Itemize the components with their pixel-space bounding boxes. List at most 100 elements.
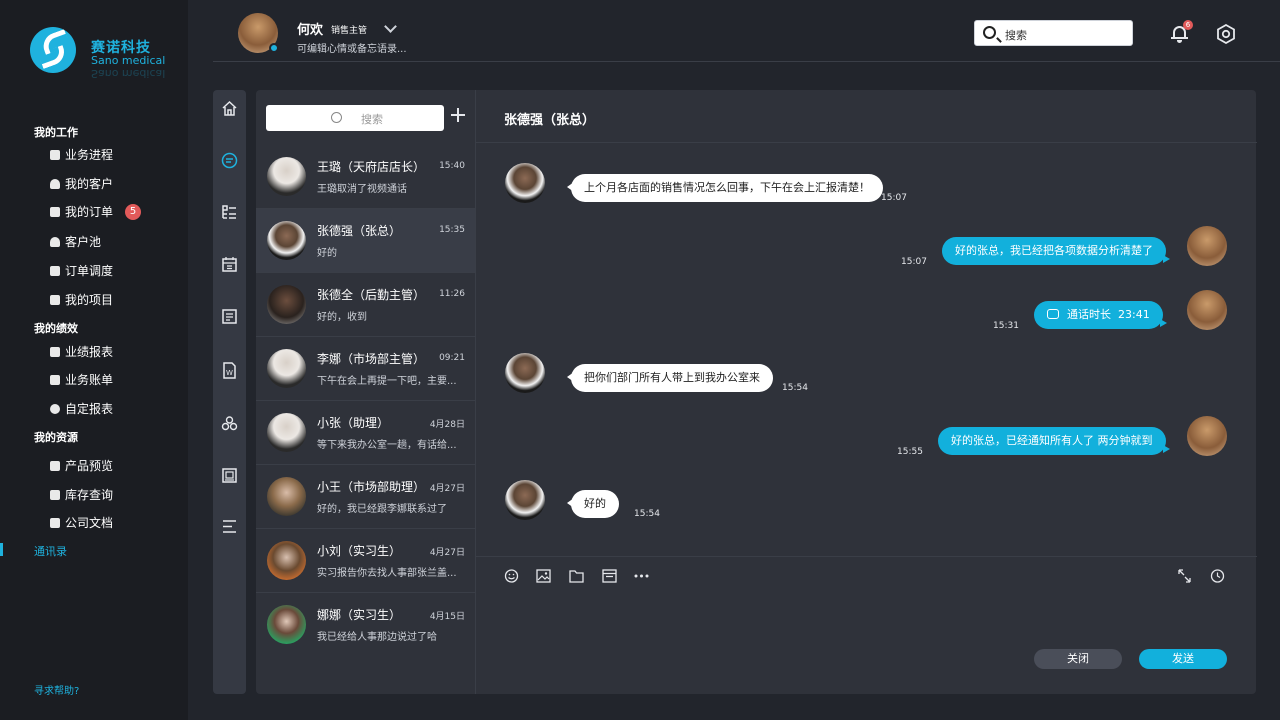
search-placeholder: 搜索 [1005, 29, 1027, 42]
home-icon[interactable] [221, 100, 238, 117]
contact-time: 15:40 [439, 161, 465, 171]
search-icon [983, 26, 996, 39]
sidebar-item-label: 产品预览 [65, 459, 114, 473]
person-icon [50, 178, 60, 189]
contact-name: 王璐（天府店店长） [317, 160, 426, 174]
contact-item[interactable]: 王璐（天府店店长） 15:40 王璐取消了视频通话 [256, 145, 475, 209]
avatar[interactable] [505, 163, 545, 203]
more-icon[interactable] [634, 569, 649, 583]
sidebar-item-label: 我的客户 [65, 177, 114, 191]
sidebar-item-customer-pool[interactable]: 客户池 [50, 233, 101, 250]
contact-time: 4月27日 [429, 484, 465, 494]
contact-time: 4月15日 [429, 612, 465, 622]
archive-icon[interactable] [221, 467, 238, 484]
avatar [267, 477, 306, 516]
search-icon [331, 112, 342, 123]
active-indicator [0, 543, 3, 556]
send-button[interactable]: 发送 [1139, 649, 1227, 669]
contact-item[interactable]: 小刘（实习生） 4月27日 实习报告你去找人事部张兰盖... [256, 529, 475, 593]
call-record-bubble[interactable]: 通话时长 23:41 [1034, 301, 1167, 329]
settings-icon[interactable] [1216, 24, 1236, 44]
call-label: 通话时长 [1067, 308, 1111, 321]
avatar[interactable] [505, 353, 545, 393]
contact-name: 小王（市场部助理） [317, 480, 426, 494]
contact-last-message: 王璐取消了视频通话 [317, 184, 407, 195]
document-icon [50, 206, 60, 217]
contact-time: 4月28日 [429, 420, 465, 430]
contact-last-message: 好的 [317, 248, 337, 259]
contact-name: 李娜（市场部主管） [317, 352, 426, 366]
history-icon[interactable] [1210, 569, 1225, 583]
chevron-down-icon[interactable] [384, 20, 397, 33]
sidebar-item-business-bill[interactable]: 业务账单 [50, 371, 113, 388]
message-bubble-incoming: 上个月各店面的销售情况怎么回事，下午在会上汇报清楚！ [567, 174, 883, 202]
contact-item-selected[interactable]: 张德强（张总） 15:35 好的 [256, 209, 475, 273]
sidebar-item-contacts[interactable]: 通讯录 [34, 543, 67, 559]
pie-icon [50, 403, 60, 414]
chat-panel: 张德强（张总） 上个月各店面的销售情况怎么回事，下午在会上汇报清楚！ 15:07… [475, 90, 1257, 694]
group-icon [50, 236, 60, 247]
sidebar-item-custom-report[interactable]: 自定报表 [50, 400, 113, 417]
sidebar-item-label: 业绩报表 [65, 345, 114, 359]
calendar-icon[interactable] [221, 256, 238, 273]
avatar [267, 413, 306, 452]
sidebar-item-my-orders[interactable]: 我的订单 5 [50, 203, 142, 220]
message-time: 15:07 [881, 193, 907, 203]
contact-item[interactable]: 娜娜（实习生） 4月15日 我已经给人事那边说过了哈 [256, 593, 475, 657]
header-divider [213, 61, 1280, 62]
contact-item[interactable]: 小王（市场部助理） 4月27日 好的，我已经跟李娜联系过了 [256, 465, 475, 529]
avatar[interactable] [505, 480, 545, 520]
sidebar-item-label: 客户池 [65, 235, 102, 249]
preview-icon [50, 460, 60, 471]
menu-icon[interactable] [221, 518, 238, 535]
sidebar-item-inventory[interactable]: 库存查询 [50, 486, 113, 503]
screenshot-icon[interactable] [602, 569, 617, 583]
stack-icon [50, 294, 60, 305]
message-bubble-outgoing: 好的张总，已经通知所有人了 两分钟就到 [938, 427, 1169, 455]
user-status-text[interactable]: 可编辑心情或备忘语录... [297, 40, 407, 55]
contact-time: 09:21 [439, 353, 465, 363]
user-role: 销售主管 [331, 26, 368, 36]
sidebar-item-order-dispatch[interactable]: 订单调度 [50, 262, 113, 279]
sidebar-item-my-projects[interactable]: 我的项目 [50, 291, 113, 308]
inventory-icon [50, 489, 60, 500]
message-time: 15:07 [901, 257, 927, 267]
sidebar-item-label: 订单调度 [65, 264, 114, 278]
expand-icon[interactable] [1177, 569, 1192, 583]
word-doc-icon[interactable]: W [221, 362, 238, 379]
sidebar-item-label: 业务进程 [65, 148, 114, 162]
image-icon[interactable] [536, 569, 551, 583]
sidebar-item-product-preview[interactable]: 产品预览 [50, 457, 113, 474]
orders-badge: 5 [125, 203, 142, 220]
chat-divider [476, 142, 1257, 143]
contact-item[interactable]: 李娜（市场部主管） 09:21 下午在会上再提一下吧，主要... [256, 337, 475, 401]
avatar[interactable] [1187, 416, 1227, 456]
avatar[interactable] [1187, 290, 1227, 330]
contact-search-input[interactable]: 搜索 [266, 105, 444, 131]
emoji-icon[interactable] [504, 569, 519, 583]
sidebar-item-performance-report[interactable]: 业绩报表 [50, 343, 113, 360]
contact-item[interactable]: 小张（助理） 4月28日 等下来我办公室一趟，有话给... [256, 401, 475, 465]
search-input[interactable]: 搜索 [974, 20, 1133, 46]
sidebar-item-my-customers[interactable]: 我的客户 [50, 175, 113, 192]
notes-icon[interactable] [221, 308, 238, 325]
add-contact-icon[interactable] [451, 108, 465, 122]
sidebar-item-label: 我的订单 [65, 205, 114, 219]
apps-icon[interactable] [221, 415, 238, 432]
help-link[interactable]: 寻求帮助? [34, 682, 79, 697]
sidebar-item-company-docs[interactable]: 公司文档 [50, 514, 113, 531]
user-avatar[interactable] [238, 13, 279, 53]
contact-name: 小张（助理） [317, 416, 390, 430]
avatar[interactable] [1187, 226, 1227, 266]
contact-name: 娜娜（实习生） [317, 608, 402, 622]
avatar [267, 285, 306, 324]
message-time: 15:54 [782, 383, 808, 393]
avatar [267, 157, 306, 196]
chat-icon[interactable] [221, 152, 238, 169]
folder-icon[interactable] [569, 569, 584, 583]
org-tree-icon[interactable] [221, 204, 238, 221]
contact-item[interactable]: 张德全（后勤主管） 11:26 好的，收到 [256, 273, 475, 337]
sidebar-item-business-progress[interactable]: 业务进程 [50, 146, 113, 163]
contact-time: 15:35 [439, 225, 465, 235]
close-button[interactable]: 关闭 [1034, 649, 1122, 669]
